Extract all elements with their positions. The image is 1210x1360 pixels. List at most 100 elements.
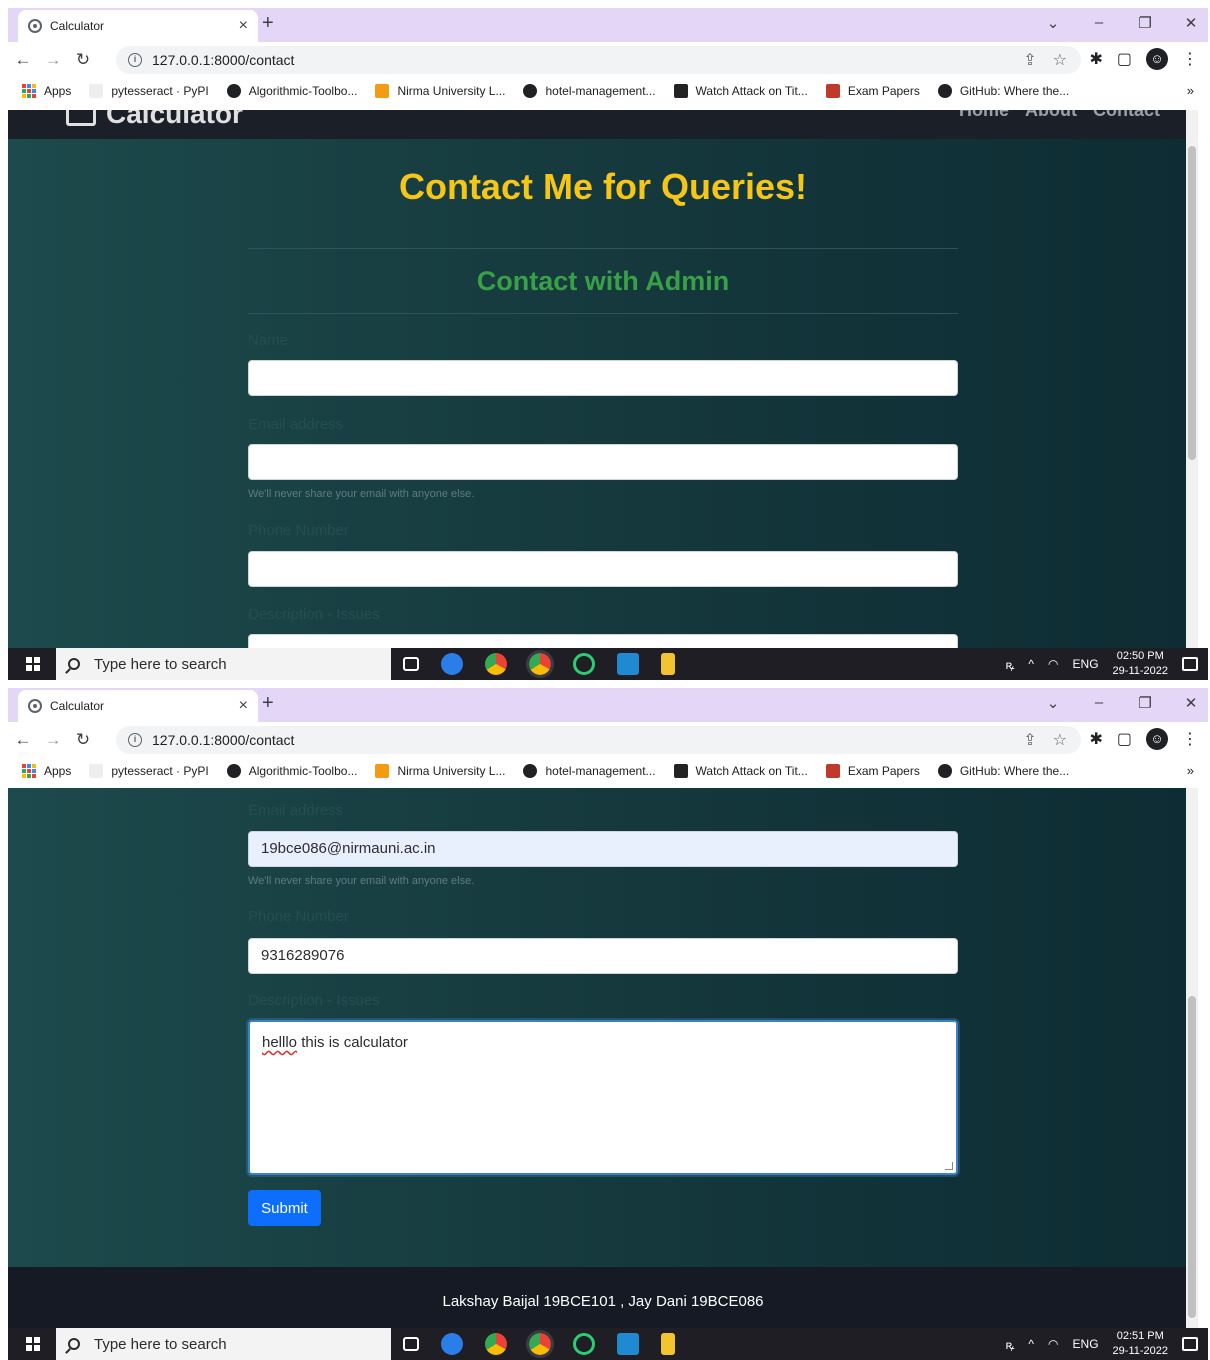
description-textarea[interactable]: helllo this is calculator — [248, 1020, 958, 1175]
browser-tab[interactable]: Calculator × — [18, 10, 258, 42]
bookmark-star-icon[interactable]: ☆ — [1053, 50, 1067, 70]
taskbar-clock[interactable]: 02:50 PM 29-11-2022 — [1113, 649, 1168, 679]
task-view-icon[interactable] — [403, 657, 419, 671]
bookmarks-overflow-icon[interactable]: » — [1187, 763, 1194, 778]
share-icon[interactable]: ⇪ — [1023, 730, 1036, 750]
extensions-puzzle-icon[interactable]: ✱ — [1089, 49, 1102, 69]
bookmark-apps[interactable]: Apps — [22, 84, 71, 98]
taskbar-clock[interactable]: 02:51 PM 29-11-2022 — [1113, 1329, 1168, 1359]
info-icon[interactable]: i — [128, 733, 142, 747]
tray-overflow-icon[interactable]: ^ — [1028, 1337, 1034, 1351]
info-icon[interactable]: i — [128, 53, 142, 67]
windows-start-icon[interactable] — [26, 1337, 40, 1351]
back-arrow-icon[interactable]: ← — [8, 50, 38, 70]
notification-icon[interactable] — [1182, 1337, 1198, 1351]
site-brand[interactable]: Calculator — [66, 110, 243, 130]
extensions-puzzle-icon[interactable]: ✱ — [1089, 729, 1102, 749]
new-tab-button[interactable]: + — [262, 692, 274, 715]
loading-ring-icon[interactable] — [573, 653, 595, 675]
minimize-button[interactable]: – — [1090, 14, 1108, 32]
side-panel-icon[interactable]: ▢ — [1117, 729, 1132, 749]
tab-close-icon[interactable]: × — [239, 697, 248, 715]
app-icon[interactable] — [441, 1333, 463, 1355]
chrome-profile-icon[interactable] — [526, 650, 554, 678]
nav-link-about[interactable]: About — [1025, 110, 1077, 121]
network-volume-icon[interactable]: ◠ — [1048, 1337, 1058, 1351]
nav-link-contact[interactable]: Contact — [1093, 110, 1160, 121]
submit-button[interactable]: Submit — [248, 1190, 321, 1226]
bookmark-attack-on-titan[interactable]: Watch Attack on Tit... — [673, 764, 808, 778]
vscode-icon[interactable] — [617, 653, 639, 675]
restore-button[interactable]: ❐ — [1136, 694, 1154, 712]
bookmark-algorithmic-toolbox[interactable]: Algorithmic-Toolbo... — [226, 84, 357, 98]
page-scrollbar[interactable] — [1186, 788, 1198, 1328]
bookmark-exam-papers[interactable]: Exam Papers — [825, 764, 920, 778]
file-explorer-icon[interactable] — [661, 653, 675, 675]
email-input[interactable] — [248, 444, 958, 480]
tab-close-icon[interactable]: × — [239, 17, 248, 35]
tab-search-icon[interactable]: ⌄ — [1044, 14, 1062, 32]
taskbar-search[interactable]: Type here to search — [56, 1328, 391, 1360]
profile-avatar[interactable]: ☺ — [1146, 728, 1168, 750]
email-input[interactable]: 19bce086@nirmauni.ac.in — [248, 831, 958, 867]
bookmark-nirma-university[interactable]: Nirma University L... — [375, 84, 505, 98]
address-bar[interactable]: i 127.0.0.1:8000/contact ⇪ ☆ — [116, 726, 1081, 754]
bookmark-pytesseract[interactable]: pytesseract · PyPI — [89, 84, 209, 98]
reload-icon[interactable]: ↻ — [68, 50, 98, 70]
tray-overflow-icon[interactable]: ^ — [1028, 657, 1034, 671]
share-icon[interactable]: ⇪ — [1023, 50, 1036, 70]
windows-start-icon[interactable] — [26, 657, 40, 671]
app-icon[interactable] — [441, 653, 463, 675]
forward-arrow-icon[interactable]: → — [38, 50, 68, 70]
bookmark-algorithmic-toolbox[interactable]: Algorithmic-Toolbo... — [226, 764, 357, 778]
chrome-icon[interactable] — [485, 1333, 507, 1355]
vscode-icon[interactable] — [617, 1333, 639, 1355]
minimize-button[interactable]: – — [1090, 694, 1108, 712]
page-scrollbar[interactable] — [1186, 110, 1198, 648]
phone-input[interactable] — [248, 551, 958, 587]
notification-icon[interactable] — [1182, 657, 1198, 671]
bookmark-nirma-university[interactable]: Nirma University L... — [375, 764, 505, 778]
resize-handle-icon[interactable] — [945, 1162, 953, 1170]
kebab-menu-icon[interactable]: ⋮ — [1182, 729, 1198, 749]
phone-input[interactable]: 9316289076 — [248, 938, 958, 974]
side-panel-icon[interactable]: ▢ — [1117, 49, 1132, 69]
task-view-icon[interactable] — [403, 1337, 419, 1351]
name-input[interactable] — [248, 360, 958, 396]
scrollbar-thumb[interactable] — [1188, 146, 1196, 460]
bookmark-star-icon[interactable]: ☆ — [1053, 730, 1067, 750]
bookmark-exam-papers[interactable]: Exam Papers — [825, 84, 920, 98]
chrome-icon[interactable] — [485, 653, 507, 675]
network-volume-icon[interactable]: ◠ — [1048, 657, 1058, 671]
profile-avatar[interactable]: ☺ — [1146, 48, 1168, 70]
people-icon[interactable]: ꝶ — [1005, 656, 1014, 673]
file-explorer-icon[interactable] — [661, 1333, 675, 1355]
close-window-button[interactable]: ✕ — [1182, 14, 1200, 32]
kebab-menu-icon[interactable]: ⋮ — [1182, 49, 1198, 69]
new-tab-button[interactable]: + — [262, 12, 274, 35]
restore-button[interactable]: ❐ — [1136, 14, 1154, 32]
taskbar-search[interactable]: Type here to search — [56, 648, 391, 680]
address-bar[interactable]: i 127.0.0.1:8000/contact ⇪ ☆ — [116, 46, 1081, 74]
bookmark-pytesseract[interactable]: pytesseract · PyPI — [89, 764, 209, 778]
bookmark-hotel-management[interactable]: hotel-management... — [523, 84, 656, 98]
language-indicator[interactable]: ENG — [1073, 657, 1099, 671]
bookmark-github[interactable]: GitHub: Where the... — [937, 764, 1069, 778]
people-icon[interactable]: ꝶ — [1005, 1336, 1014, 1353]
language-indicator[interactable]: ENG — [1073, 1337, 1099, 1351]
bookmark-apps[interactable]: Apps — [22, 764, 71, 778]
nav-link-home[interactable]: Home — [959, 110, 1009, 121]
bookmark-attack-on-titan[interactable]: Watch Attack on Tit... — [673, 84, 808, 98]
back-arrow-icon[interactable]: ← — [8, 730, 38, 750]
browser-tab[interactable]: Calculator × — [18, 690, 258, 722]
reload-icon[interactable]: ↻ — [68, 730, 98, 750]
bookmark-github[interactable]: GitHub: Where the... — [937, 84, 1069, 98]
description-textarea[interactable] — [248, 634, 958, 648]
loading-ring-icon[interactable] — [573, 1333, 595, 1355]
chrome-profile-icon[interactable] — [526, 1330, 554, 1358]
forward-arrow-icon[interactable]: → — [38, 730, 68, 750]
bookmark-hotel-management[interactable]: hotel-management... — [523, 764, 656, 778]
tab-search-icon[interactable]: ⌄ — [1044, 694, 1062, 712]
close-window-button[interactable]: ✕ — [1182, 694, 1200, 712]
scrollbar-thumb[interactable] — [1188, 996, 1196, 1318]
